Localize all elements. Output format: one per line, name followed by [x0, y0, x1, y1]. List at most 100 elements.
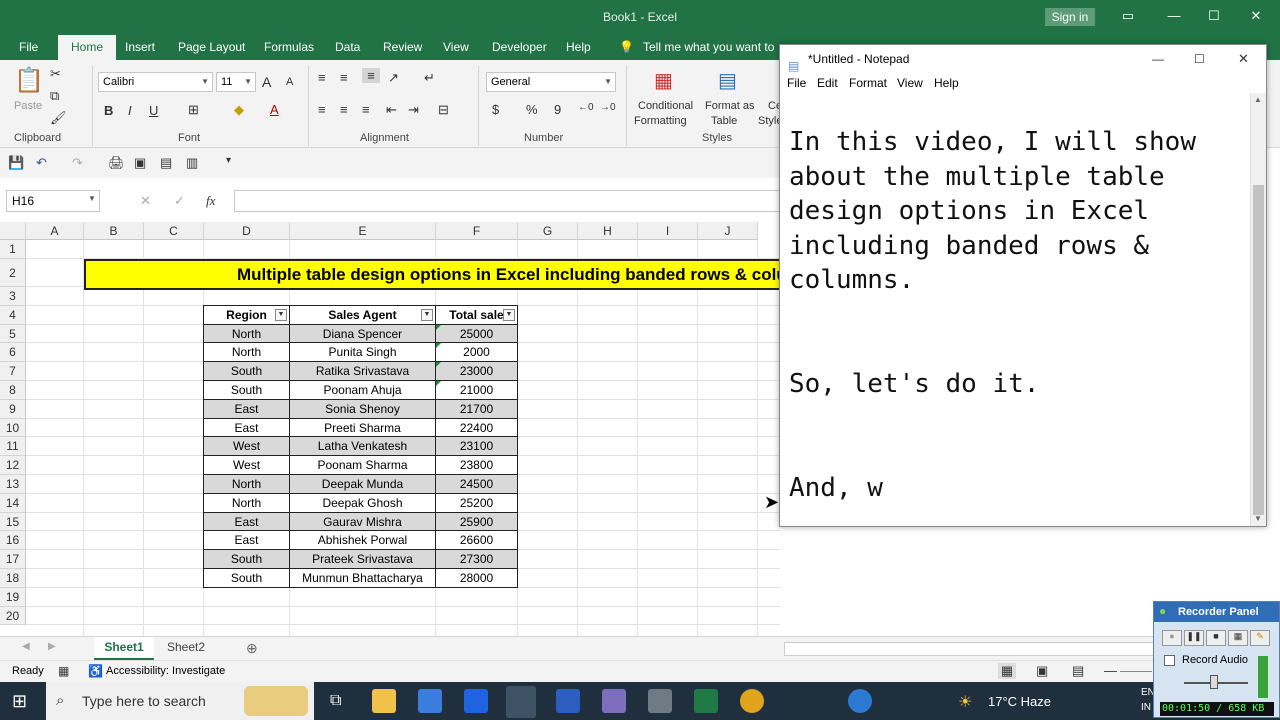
tab-data[interactable]: Data	[335, 40, 360, 54]
menu-edit[interactable]: Edit	[817, 76, 838, 90]
table-cell-total-sale[interactable]: 2000	[436, 343, 518, 363]
weather-text[interactable]: 17°C Haze	[988, 694, 1051, 709]
table-cell-sales-agent[interactable]: Deepak Munda	[290, 475, 436, 494]
page-break-view-icon[interactable]: ▤	[1072, 663, 1084, 679]
select-all-corner[interactable]	[0, 222, 26, 240]
table-cell-sales-agent[interactable]: Ratika Srivastava	[290, 362, 436, 381]
windows-start-icon[interactable]: ⊞	[12, 691, 27, 712]
table-cell-region[interactable]: North	[204, 324, 290, 344]
row-header-12[interactable]: 12	[0, 456, 26, 475]
menu-view[interactable]: View	[897, 76, 923, 90]
conditional-formatting-icon[interactable]: ▦	[654, 68, 673, 93]
row-header-1[interactable]: 1	[0, 240, 26, 259]
minimize-icon[interactable]: —	[1162, 6, 1186, 26]
tab-page-layout[interactable]: Page Layout	[178, 40, 245, 54]
maximize-icon[interactable]: ☐	[1202, 6, 1226, 26]
tell-me-search[interactable]: Tell me what you want to do	[643, 40, 778, 54]
column-header-h[interactable]: H	[578, 222, 638, 240]
table-header-region[interactable]: Region ▼	[204, 305, 290, 325]
decrease-indent-icon[interactable]: ⇤	[386, 102, 397, 118]
table-cell-sales-agent[interactable]: Diana Spencer	[290, 324, 436, 344]
table-cell-sales-agent[interactable]: Preeti Sharma	[290, 418, 436, 438]
table-cell-total-sale[interactable]: 25900	[436, 512, 518, 532]
stop-button[interactable]: ■	[1206, 630, 1226, 646]
name-box[interactable]: H16	[6, 190, 100, 212]
banner-title[interactable]: Multiple table design options in Excel i…	[84, 259, 780, 290]
menu-file[interactable]: File	[787, 76, 806, 90]
filter-dropdown-icon[interactable]: ▼	[503, 308, 515, 321]
tab-review[interactable]: Review	[383, 40, 422, 54]
macro-record-icon[interactable]: ▦	[58, 664, 69, 678]
task-view-icon[interactable]: ⧉	[330, 692, 341, 710]
help-icon[interactable]	[848, 689, 872, 713]
pause-button[interactable]: ❚❚	[1184, 630, 1204, 646]
paint-icon[interactable]	[602, 689, 626, 713]
formula-input[interactable]	[234, 190, 780, 212]
column-header-j[interactable]: J	[698, 222, 758, 240]
store-icon[interactable]	[418, 689, 442, 713]
accessibility-icon[interactable]: ♿	[88, 664, 103, 678]
camera-icon[interactable]: ▣	[134, 155, 146, 171]
form-icon[interactable]: ▤	[160, 155, 172, 171]
table-cell-total-sale[interactable]: 25000	[436, 324, 518, 344]
table-cell-sales-agent[interactable]: Prateek Srivastava	[290, 550, 436, 569]
conditional-formatting-label[interactable]: Conditional	[638, 100, 693, 112]
number-format-select[interactable]: General ▼	[486, 72, 616, 92]
tab-insert[interactable]: Insert	[125, 40, 155, 54]
enter-icon[interactable]: ✓	[174, 193, 185, 209]
row-header-7[interactable]: 7	[0, 362, 26, 381]
comma-style-icon[interactable]: 9	[554, 102, 561, 117]
table-cell-region[interactable]: South	[204, 362, 290, 381]
table-cell-total-sale[interactable]: 23800	[436, 456, 518, 475]
table-cell-total-sale[interactable]: 25200	[436, 493, 518, 513]
zoom-slider[interactable]	[1120, 671, 1152, 672]
scroll-up-icon[interactable]: ▲	[1254, 95, 1262, 104]
undo-icon[interactable]: ↶	[36, 155, 47, 171]
font-name-select[interactable]: Calibri ▼	[98, 72, 213, 92]
row-header-14[interactable]: 14	[0, 493, 26, 513]
sheet-tab-sheet1[interactable]: Sheet1	[94, 637, 154, 660]
tab-formulas[interactable]: Formulas	[264, 40, 314, 54]
table-cell-region[interactable]: North	[204, 493, 290, 513]
tab-developer[interactable]: Developer	[492, 40, 547, 54]
notepad-text-area[interactable]: In this video, I will show about the mul…	[789, 125, 1249, 506]
row-header-5[interactable]: 5	[0, 324, 26, 344]
table-cell-region[interactable]: East	[204, 531, 290, 551]
table-cell-region[interactable]: West	[204, 456, 290, 475]
spreadsheet-grid[interactable]: ABCDEFGHIJ 1 2 3 4 5 6 7 8 9 10 11 12 13 14 15 16 17 18 19…	[0, 222, 780, 636]
table-cell-sales-agent[interactable]: Gaurav Mishra	[290, 512, 436, 532]
dropbox-icon[interactable]	[464, 689, 488, 713]
row-header-4[interactable]: 4	[0, 305, 26, 325]
column-header-g[interactable]: G	[518, 222, 578, 240]
font-color-icon[interactable]: A	[270, 102, 279, 117]
notepad-close-icon[interactable]: ✕	[1238, 45, 1249, 73]
excel-icon[interactable]	[694, 689, 718, 713]
font-size-select[interactable]: 11 ▼	[216, 72, 256, 92]
decrease-font-icon[interactable]: A	[286, 76, 293, 88]
tab-view[interactable]: View	[443, 40, 469, 54]
table-cell-region[interactable]: South	[204, 381, 290, 400]
column-header-f[interactable]: F	[436, 222, 518, 240]
row-header-8[interactable]: 8	[0, 381, 26, 400]
page-layout-view-icon[interactable]: ▣	[1036, 663, 1048, 679]
column-header-i[interactable]: I	[638, 222, 698, 240]
row-header-9[interactable]: 9	[0, 399, 26, 419]
row-header-15[interactable]: 15	[0, 512, 26, 532]
table-cell-sales-agent[interactable]: Sonia Shenoy	[290, 399, 436, 419]
column-header-d[interactable]: D	[204, 222, 290, 240]
table-header-sales-agent[interactable]: Sales Agent ▼	[290, 305, 436, 325]
file-explorer-icon[interactable]	[372, 689, 396, 713]
settings-icon[interactable]: ▦	[1228, 630, 1248, 646]
row-header-11[interactable]: 11	[0, 437, 26, 457]
table-cell-sales-agent[interactable]: Poonam Sharma	[290, 456, 436, 475]
save-icon[interactable]: 💾	[8, 155, 24, 171]
bold-button[interactable]: B	[104, 103, 113, 118]
scroll-down-icon[interactable]: ▼	[1254, 514, 1262, 523]
table-cell-total-sale[interactable]: 23100	[436, 437, 518, 457]
align-bottom-icon[interactable]: ≡	[362, 68, 380, 83]
format-painter-icon[interactable]: 🖌	[50, 110, 67, 126]
underline-button[interactable]: U	[149, 103, 158, 118]
row-header-2[interactable]: 2	[0, 259, 26, 287]
scroll-left-icon[interactable]: ◀	[22, 641, 30, 652]
filter-dropdown-icon[interactable]: ▼	[275, 308, 287, 321]
